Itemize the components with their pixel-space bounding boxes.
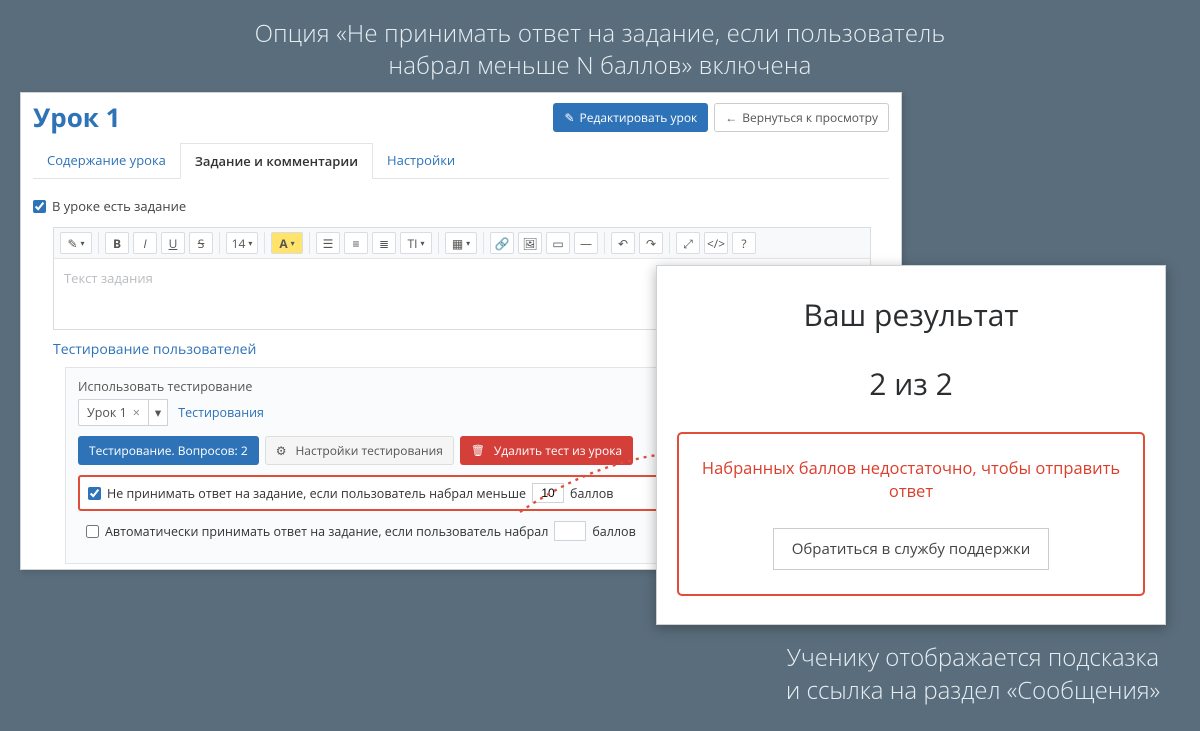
- caption-bottom: Ученику отображается подсказкаи ссылка н…: [786, 642, 1160, 707]
- tb-paragraph-dropdown[interactable]: TI: [400, 232, 432, 254]
- tb-link-button[interactable]: 🔗: [490, 232, 514, 254]
- option-auto-label-before: Автоматически принимать ответ на задание…: [105, 523, 548, 540]
- test-chip-label: Урок 1: [87, 404, 127, 421]
- tb-underline-button[interactable]: U: [161, 232, 185, 254]
- result-window: Ваш результат 2 из 2 Набранных баллов не…: [656, 265, 1166, 625]
- test-settings-button[interactable]: Настройки тестирования: [265, 436, 454, 465]
- has-assignment-checkbox[interactable]: [33, 200, 46, 213]
- tb-image-button[interactable]: 🖼: [518, 232, 542, 254]
- option-reject-value-input[interactable]: [532, 483, 564, 503]
- option-reject-label-after: баллов: [570, 485, 613, 502]
- caption-top: Опция «Не принимать ответ на задание, ес…: [0, 0, 1200, 93]
- testings-link[interactable]: Тестирования: [178, 404, 264, 421]
- result-message: Набранных баллов недостаточно, чтобы отп…: [693, 456, 1129, 502]
- tab-content[interactable]: Содержание урока: [33, 143, 180, 178]
- tb-fullscreen-button[interactable]: ⤢: [676, 232, 700, 254]
- option-auto-value-input[interactable]: [554, 521, 586, 541]
- test-settings-label: Настройки тестирования: [295, 442, 442, 459]
- edit-icon: ✎: [564, 109, 574, 126]
- has-assignment-label: В уроке есть задание: [52, 197, 186, 215]
- test-select-dropdown[interactable]: ▾: [149, 399, 168, 426]
- page-title: Урок 1: [33, 99, 121, 135]
- option-reject-checkbox[interactable]: [88, 487, 101, 500]
- edit-lesson-button[interactable]: ✎ Редактировать урок: [553, 103, 708, 132]
- edit-lesson-label: Редактировать урок: [580, 109, 698, 126]
- tb-strike-button[interactable]: S: [189, 232, 213, 254]
- tb-italic-button[interactable]: I: [133, 232, 157, 254]
- tb-hr-button[interactable]: —: [574, 232, 598, 254]
- test-delete-label: Удалить тест из урока: [494, 442, 622, 459]
- tb-bold-button[interactable]: B: [105, 232, 129, 254]
- result-title: Ваш результат: [803, 294, 1018, 335]
- option-reject-label-before: Не принимать ответ на задание, если поль…: [107, 485, 526, 502]
- tb-codeview-button[interactable]: </>: [704, 232, 728, 254]
- back-icon: ←: [725, 109, 737, 126]
- tb-list-ol-button[interactable]: ≡: [344, 232, 368, 254]
- editor-toolbar: ✎ B I U S 14 A ☰ ≡ ≣ TI ▦ 🔗 🖼 ▭: [54, 228, 870, 259]
- test-info-button[interactable]: Тестирование. Вопросов: 2: [78, 436, 259, 465]
- result-score: 2 из 2: [869, 363, 952, 404]
- tb-format-dropdown[interactable]: ✎: [60, 232, 92, 254]
- tb-video-button[interactable]: ▭: [546, 232, 570, 254]
- support-button[interactable]: Обратиться в службу поддержки: [773, 528, 1050, 570]
- result-alert-box: Набранных баллов недостаточно, чтобы отп…: [677, 432, 1145, 596]
- has-assignment-row[interactable]: В уроке есть задание: [33, 197, 889, 215]
- tb-redo-button[interactable]: ↷: [639, 232, 663, 254]
- tab-settings[interactable]: Настройки: [373, 143, 469, 178]
- test-chip-remove-icon[interactable]: ×: [133, 404, 140, 421]
- option-auto-checkbox[interactable]: [86, 525, 99, 538]
- option-auto-label-after: баллов: [592, 523, 635, 540]
- test-delete-button[interactable]: Удалить тест из урока: [460, 436, 633, 465]
- tb-textcolor-dropdown[interactable]: A: [271, 232, 303, 254]
- tb-align-button[interactable]: ≣: [372, 232, 396, 254]
- tab-assignment[interactable]: Задание и комментарии: [180, 143, 373, 179]
- test-chip: Урок 1 ×: [78, 399, 149, 426]
- tb-undo-button[interactable]: ↶: [611, 232, 635, 254]
- back-to-view-label: Вернуться к просмотру: [742, 109, 878, 126]
- tb-help-button[interactable]: ?: [732, 232, 756, 254]
- back-to-view-button[interactable]: ← Вернуться к просмотру: [714, 103, 889, 132]
- tabs: Содержание урока Задание и комментарии Н…: [33, 143, 889, 179]
- tb-table-dropdown[interactable]: ▦: [445, 232, 477, 254]
- tb-fontsize-dropdown[interactable]: 14: [226, 232, 258, 254]
- tb-list-ul-button[interactable]: ☰: [316, 232, 340, 254]
